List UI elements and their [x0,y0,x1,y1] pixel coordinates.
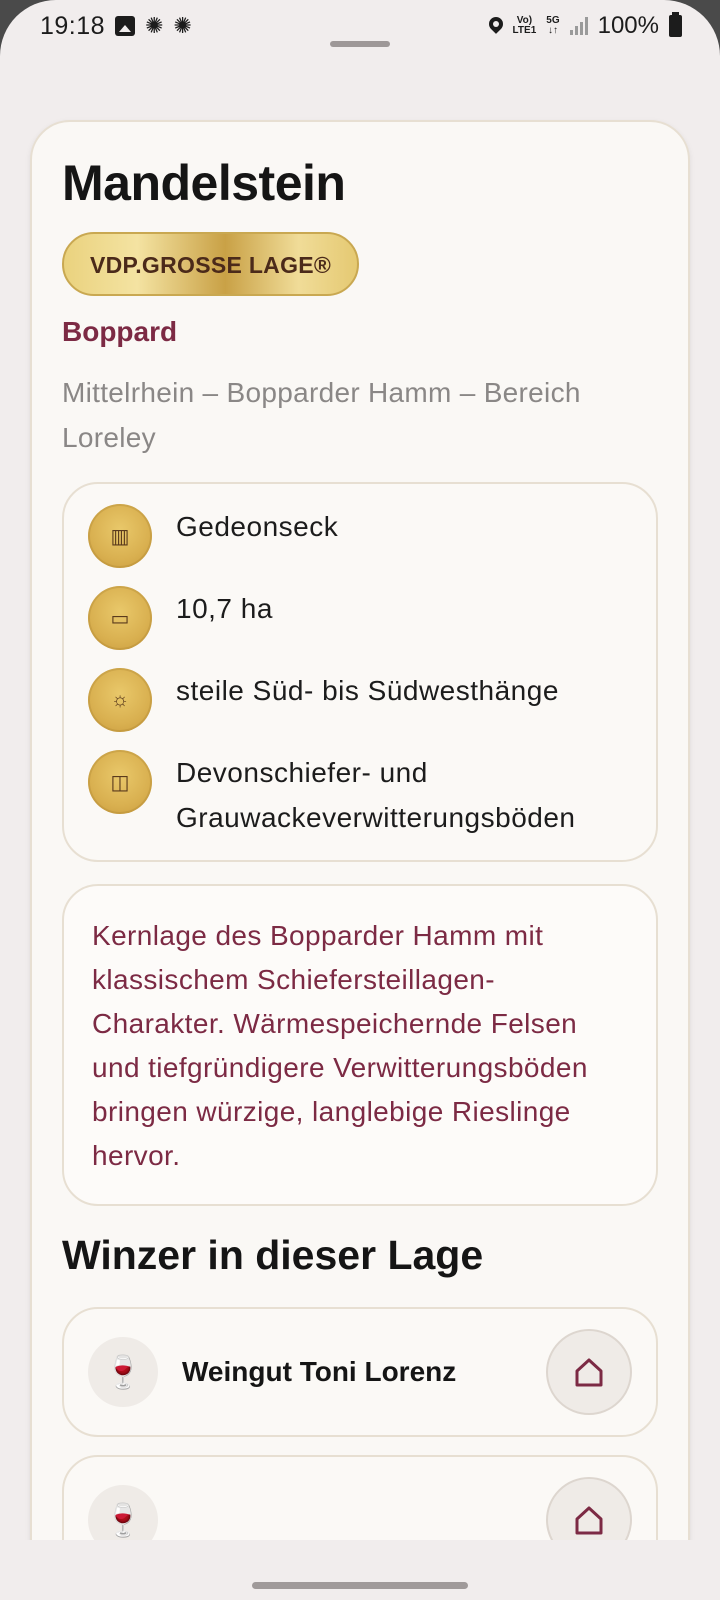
description-panel: Kernlage des Bopparder Hamm mit klassisc… [62,884,658,1206]
status-left: 19:18 ✺ ✺ [40,12,192,41]
list-item-winzer[interactable]: 🍷 Weingut Toni Lorenz [62,1307,658,1437]
screen: 19:18 ✺ ✺ Vo) LTE1 5G ↓↑ 100% Mandelstein… [0,0,720,1600]
fact-row: ▭ 10,7 ha [88,586,632,650]
fact-text: Gedeonseck [176,511,339,542]
status-time: 19:18 [40,11,106,40]
area-icon: ▭ [88,586,152,650]
page-title: Mandelstein [62,155,346,211]
home-gesture-pill[interactable] [252,1582,468,1589]
network-label: 5G [546,15,560,26]
volte-indicator: Vo) LTE1 [513,16,537,36]
region-path: Mittelrhein – Bopparder Hamm – Bereich L… [62,377,581,453]
chatgpt-notification-icon-2: ✺ [173,13,192,38]
battery-icon [669,12,682,37]
vineyard-icon: ▥ [88,504,152,568]
home-icon [575,1358,603,1387]
soil-icon: ◫ [88,750,152,814]
navigation-bar [0,1540,720,1600]
chatgpt-notification-icon: ✺ [145,13,164,38]
battery-percent: 100% [597,12,659,39]
facts-panel: ▥ Gedeonseck ▭ 10,7 ha ☼ steile Süd- bis… [62,482,658,862]
sun-icon: ☼ [88,668,152,732]
status-right: Vo) LTE1 5G ↓↑ 100% [489,12,682,40]
home-icon [575,1506,603,1535]
lage-detail-card: Mandelstein VDP.GROSSE LAGE® Boppard Mit… [30,120,690,1600]
gallery-notification-icon [115,16,136,36]
fact-row: ▥ Gedeonseck [88,504,632,568]
fact-row: ◫ Devonschiefer- und Grauwackeverwitteru… [88,750,632,840]
network-indicator: 5G ↓↑ [546,15,560,36]
fact-text: steile Süd- bis Südwesthänge [176,675,559,706]
fact-row: ☼ steile Süd- bis Südwesthänge [88,668,632,732]
fact-text: 10,7 ha [176,593,273,624]
wine-glass-icon: 🍷 [88,1337,158,1407]
place-name: Boppard [62,316,178,347]
signal-icon [569,17,588,35]
lte-label: LTE1 [512,25,537,36]
winery-home-button[interactable] [546,1329,632,1415]
classification-badge: VDP.GROSSE LAGE® [62,232,360,296]
fact-text: Devonschiefer- und Grauwackeverwitterung… [176,757,576,833]
sheet-drag-handle[interactable] [330,41,390,47]
location-icon [489,17,503,35]
section-title: Winzer in dieser Lage [62,1232,484,1278]
winzer-name: Weingut Toni Lorenz [182,1356,457,1387]
